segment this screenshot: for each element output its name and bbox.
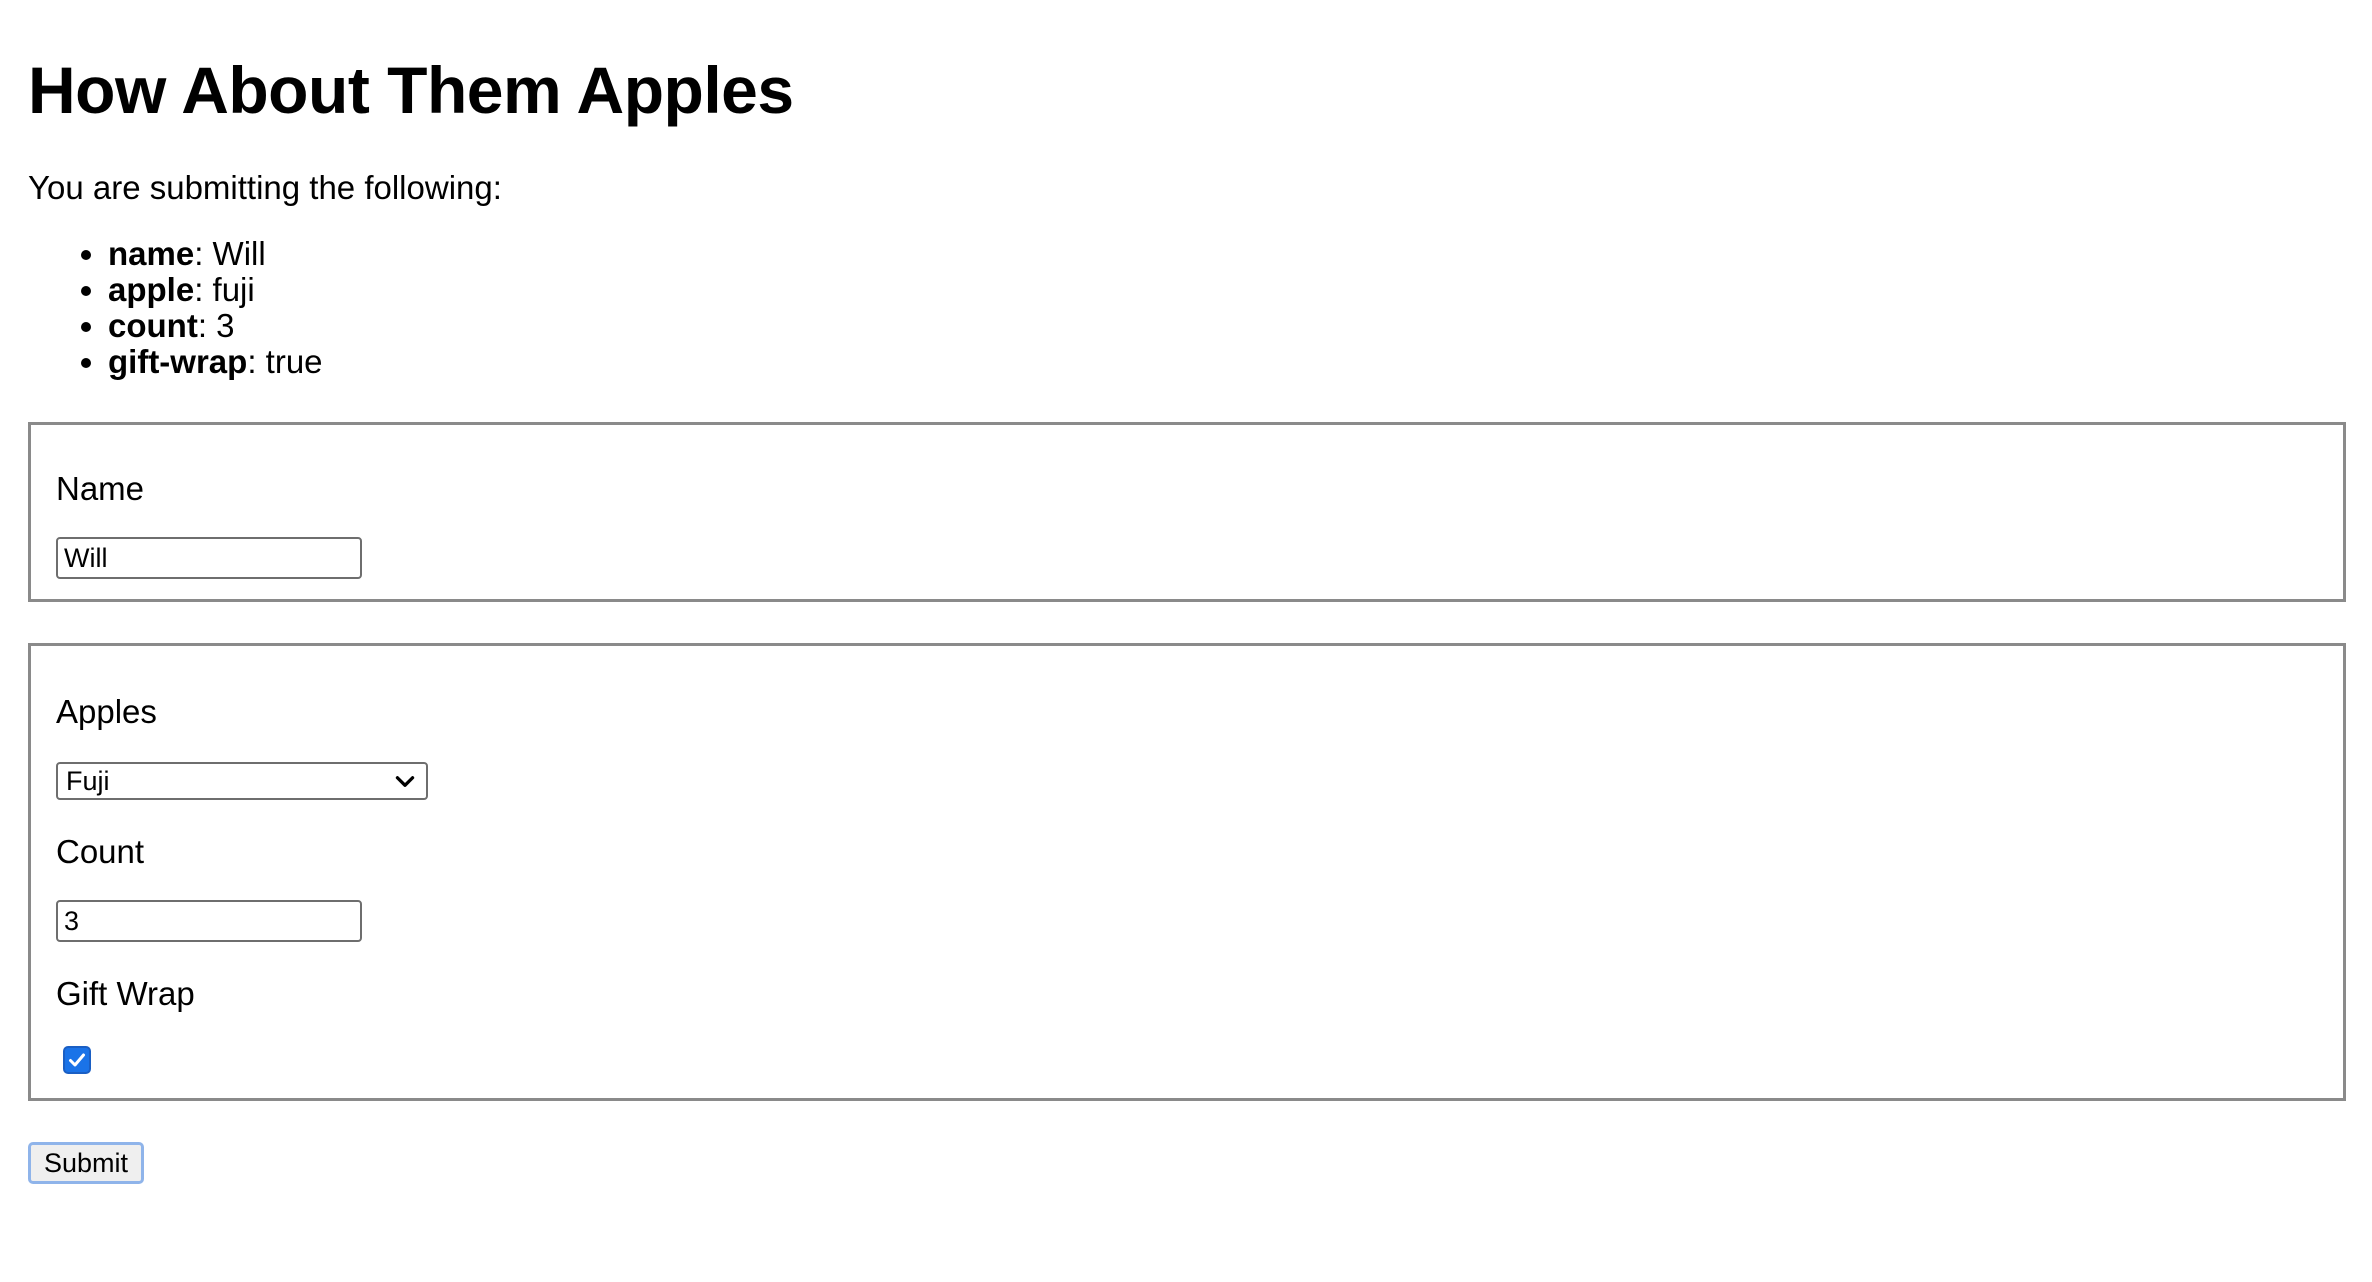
summary-value: : Will bbox=[194, 235, 266, 272]
apples-select-value: Fuji bbox=[66, 766, 110, 796]
summary-key: gift-wrap bbox=[108, 343, 248, 380]
name-input[interactable] bbox=[56, 537, 362, 579]
gift-wrap-label: Gift Wrap bbox=[56, 975, 195, 1012]
list-item: count: 3 bbox=[108, 308, 323, 344]
page: How About Them Apples You are submitting… bbox=[0, 0, 2372, 1282]
name-label: Name bbox=[56, 470, 145, 507]
summary-value: : fuji bbox=[194, 271, 255, 308]
chevron-down-icon bbox=[395, 776, 415, 787]
page-title: How About Them Apples bbox=[28, 53, 794, 127]
submission-summary-list: name: Will apple: fuji count: 3 gift-wra… bbox=[28, 236, 323, 380]
summary-key: apple bbox=[108, 271, 195, 308]
summary-key: count bbox=[108, 307, 198, 344]
apples-select[interactable]: Fuji bbox=[56, 762, 428, 800]
summary-key: name bbox=[108, 235, 195, 272]
gift-wrap-checkbox[interactable] bbox=[63, 1046, 91, 1074]
summary-value: : 3 bbox=[197, 307, 235, 344]
list-item: gift-wrap: true bbox=[108, 344, 323, 380]
name-fieldset: Name bbox=[28, 422, 2346, 602]
summary-value: : true bbox=[247, 343, 323, 380]
count-label: Count bbox=[56, 833, 145, 870]
apples-fieldset: Apples Fuji Count Gift Wrap bbox=[28, 643, 2346, 1101]
submission-intro: You are submitting the following: bbox=[28, 169, 502, 206]
count-input[interactable] bbox=[56, 900, 362, 942]
checkmark-icon bbox=[69, 1053, 85, 1067]
list-item: name: Will bbox=[108, 236, 323, 272]
apples-label: Apples bbox=[56, 693, 157, 730]
list-item: apple: fuji bbox=[108, 272, 323, 308]
submit-button[interactable]: Submit bbox=[28, 1142, 144, 1184]
